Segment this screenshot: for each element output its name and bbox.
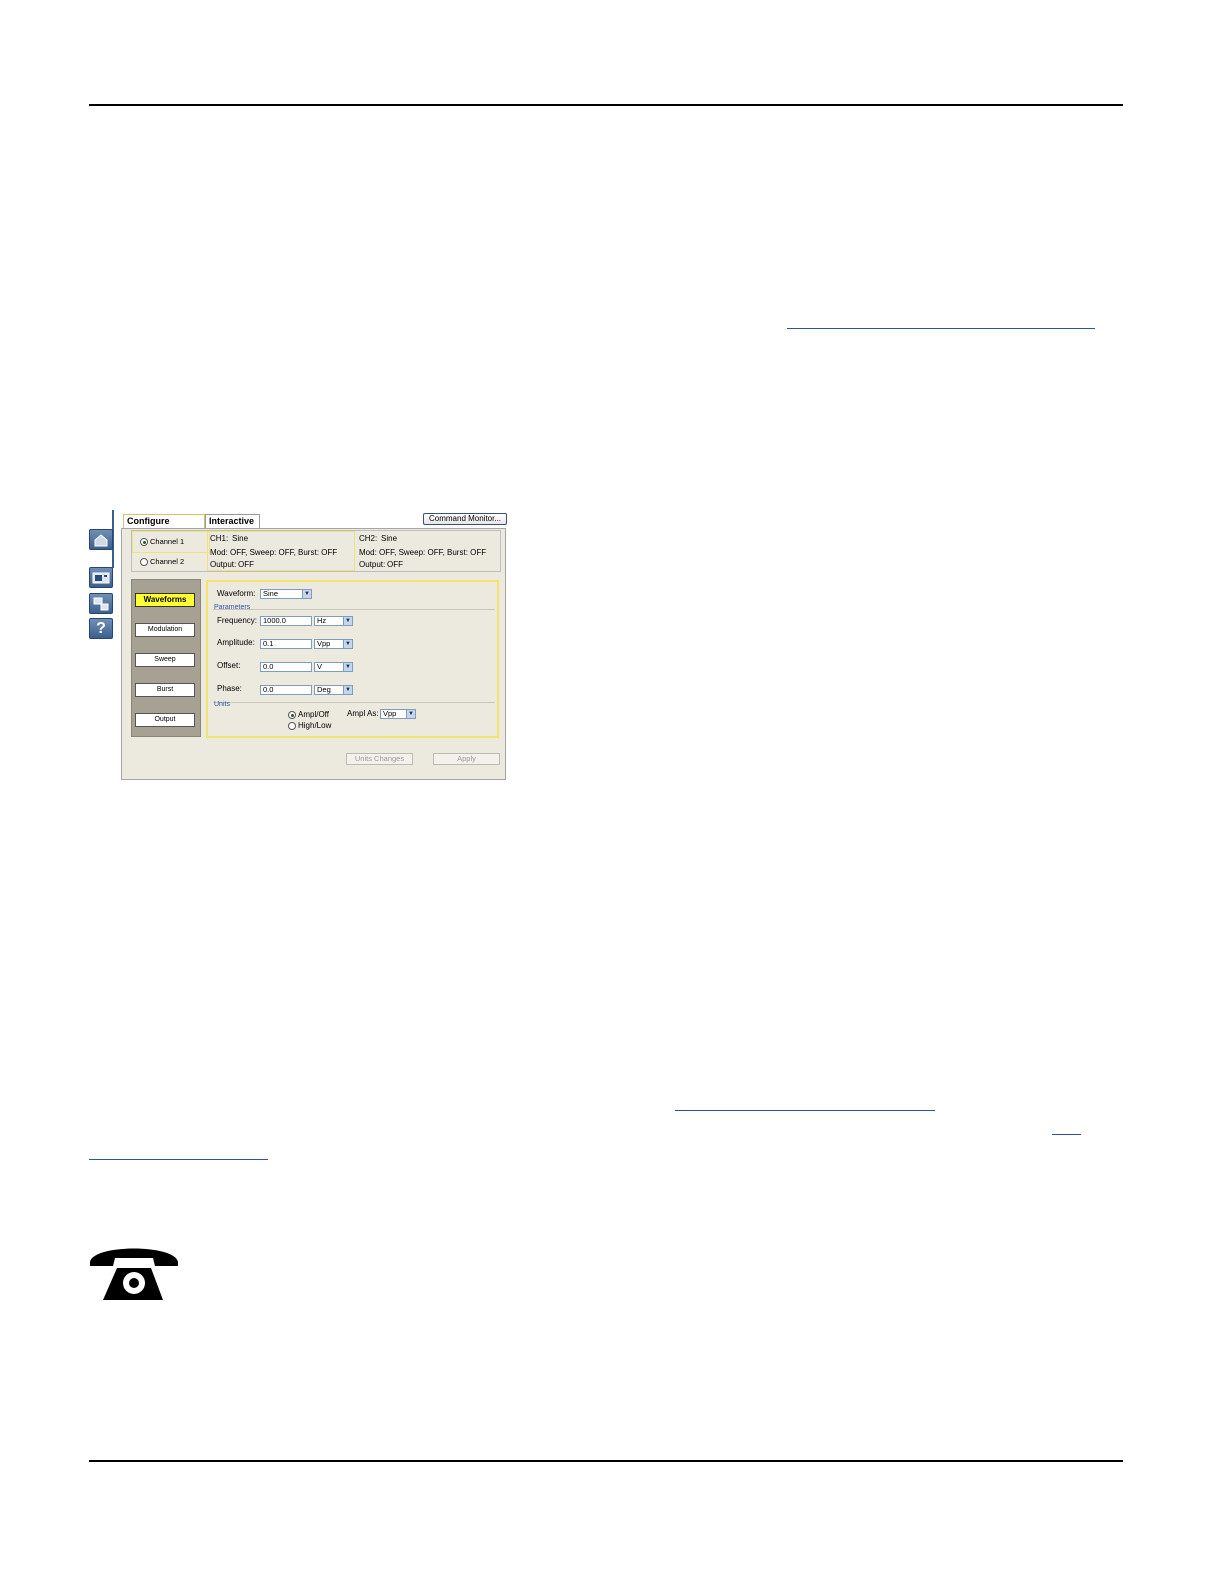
chevron-down-icon: ▼: [343, 617, 352, 625]
help-icon[interactable]: ?: [89, 618, 113, 639]
parameters-divider: [213, 609, 495, 610]
channel-2-label: Channel 2: [150, 557, 185, 566]
units-changes-button[interactable]: Units Changes: [346, 753, 413, 765]
amplitude-unit-value: Vpp: [317, 639, 331, 648]
channel-2-radio[interactable]: [140, 558, 148, 566]
app-window: Configure Channels Interactive IO Comman…: [121, 512, 507, 780]
amplitude-unit-select[interactable]: Vpp ▼: [314, 639, 353, 649]
nav-burst-button[interactable]: Burst: [135, 683, 195, 697]
channel-1-radio[interactable]: [140, 538, 148, 546]
ch2-output: OFF: [387, 560, 403, 569]
ch2-mod-line: Mod: OFF, Sweep: OFF, Burst: OFF: [359, 548, 487, 557]
amplitude-input[interactable]: 0.1: [260, 639, 312, 649]
ch1-label: CH1:: [210, 534, 229, 543]
nav-sweep-button[interactable]: Sweep: [135, 653, 195, 667]
ch2-label: CH2:: [359, 534, 378, 543]
ch1-output: OFF: [238, 560, 254, 569]
hyperlink-3a[interactable]: [1052, 1134, 1081, 1135]
chevron-down-icon: ▼: [406, 710, 415, 718]
nav-waveforms-button[interactable]: Waveforms: [135, 593, 195, 607]
ch1-output-label: Output:: [210, 560, 237, 569]
chevron-down-icon: ▼: [302, 590, 311, 598]
hyperlink-2[interactable]: [675, 1110, 935, 1111]
amplitude-label: Amplitude:: [217, 638, 255, 647]
footer-rule: [89, 1460, 1123, 1462]
phase-unit-select[interactable]: Deg ▼: [314, 685, 353, 695]
command-monitor-button[interactable]: Command Monitor...: [423, 513, 507, 525]
chevron-down-icon: ▼: [343, 686, 352, 694]
ch1-waveform: Sine: [232, 534, 249, 543]
units-section-label: Units: [214, 701, 230, 708]
parameters-section-label: Parameters: [214, 604, 251, 611]
ampl-off-radio[interactable]: [288, 711, 296, 719]
offset-unit-value: V: [317, 662, 323, 671]
home-icon[interactable]: [89, 529, 113, 550]
ampl-as-select[interactable]: Vpp ▼: [380, 709, 416, 719]
instrument-icon[interactable]: [89, 567, 113, 588]
ampl-as-value: Vpp: [383, 709, 397, 718]
tab-configure-channels[interactable]: Configure Channels: [123, 514, 205, 539]
offset-unit-select[interactable]: V ▼: [314, 662, 353, 672]
tab-interactive-io[interactable]: Interactive IO: [205, 514, 260, 539]
offset-label: Offset:: [217, 661, 241, 670]
waveform-label: Waveform:: [217, 589, 256, 598]
header-rule: [89, 104, 1123, 106]
frequency-label: Frequency:: [217, 616, 258, 625]
ch1-mod-line: Mod: OFF, Sweep: OFF, Burst: OFF: [210, 548, 338, 557]
apply-button[interactable]: Apply: [433, 753, 500, 765]
offset-input[interactable]: 0.0: [260, 662, 312, 672]
phase-label: Phase:: [217, 684, 242, 693]
high-low-label: High/Low: [298, 721, 332, 730]
ch2-output-label: Output:: [359, 560, 386, 569]
phase-unit-value: Deg: [317, 685, 331, 694]
ampl-as-label: Ampl As:: [347, 709, 379, 718]
chevron-down-icon: ▼: [343, 663, 352, 671]
nav-modulation-button[interactable]: Modulation: [135, 623, 195, 637]
hyperlink-3b[interactable]: [89, 1159, 268, 1160]
hyperlink-1[interactable]: [787, 328, 1095, 329]
frequency-unit-value: Hz: [317, 616, 327, 625]
frequency-unit-select[interactable]: Hz ▼: [314, 616, 353, 626]
ampl-off-label: Ampl/Off: [298, 710, 329, 719]
phase-input[interactable]: 0.0: [260, 685, 312, 695]
waveform-select[interactable]: Sine ▼: [260, 589, 312, 599]
channel-1-label: Channel 1: [150, 537, 185, 546]
network-icon[interactable]: [89, 593, 113, 614]
nav-output-button[interactable]: Output: [135, 713, 195, 727]
telephone-icon: [90, 1248, 178, 1300]
high-low-radio[interactable]: [288, 722, 296, 730]
chevron-down-icon: ▼: [343, 640, 352, 648]
frequency-input[interactable]: 1000.0: [260, 616, 312, 626]
ch2-waveform: Sine: [381, 534, 398, 543]
units-divider: [213, 702, 495, 703]
waveform-select-value: Sine: [263, 589, 279, 598]
